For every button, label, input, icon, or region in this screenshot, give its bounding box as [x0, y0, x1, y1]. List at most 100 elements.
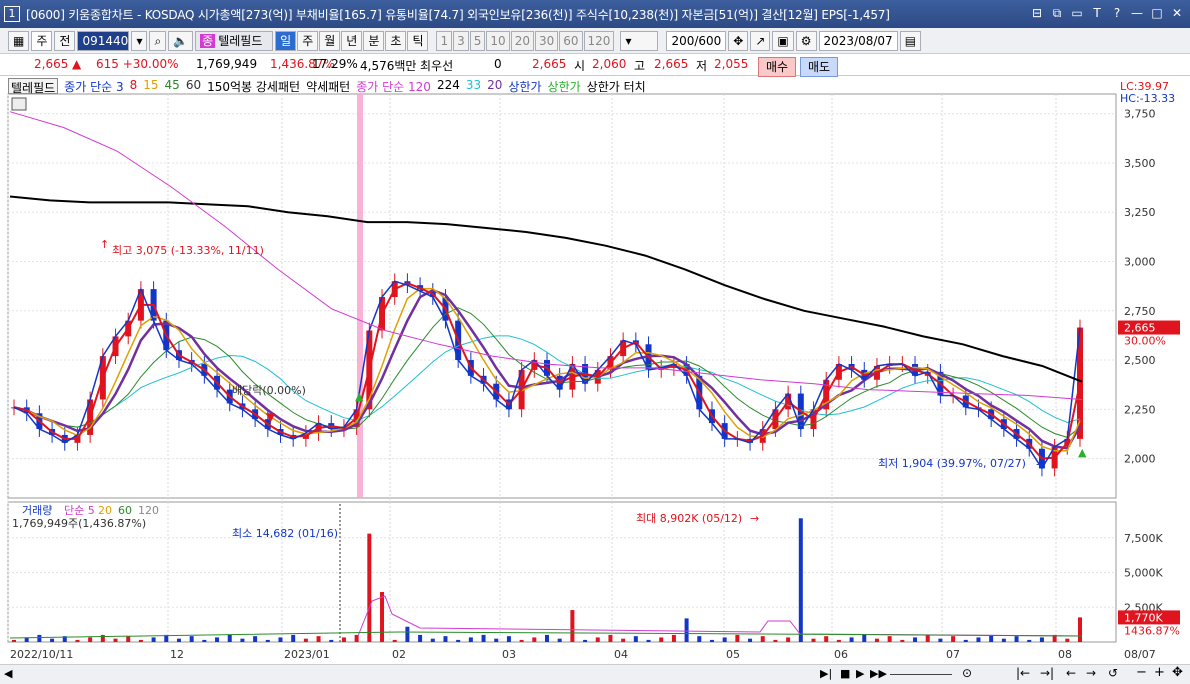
multiplier-tab[interactable]: 1	[436, 30, 453, 51]
move-right-icon[interactable]: →	[1086, 666, 1096, 680]
volume-bar	[824, 636, 829, 642]
price-axis-label: 2,000	[1124, 453, 1156, 466]
volume-bar	[836, 639, 841, 642]
volume-bar	[709, 639, 714, 642]
calendar-icon[interactable]: ▤	[899, 30, 922, 51]
volume-legend-item[interactable]: 거래량	[22, 504, 52, 517]
volume-bar	[341, 637, 346, 642]
search-icon[interactable]: ⌕	[149, 30, 167, 51]
period-tab[interactable]: 초	[385, 30, 407, 51]
drawing-icon[interactable]: ↗	[750, 30, 771, 51]
period-tab[interactable]: 월	[319, 30, 341, 51]
highlight-band	[357, 94, 363, 498]
volume-bar	[633, 636, 638, 642]
limit-up-marker-icon: ▲	[1078, 446, 1087, 459]
volume-bar	[798, 518, 803, 642]
date-input[interactable]: 2023/08/07	[818, 30, 898, 51]
save-icon[interactable]: ▣	[772, 30, 794, 51]
multiplier-tab[interactable]: 120	[583, 30, 615, 51]
stop-icon[interactable]: ■	[840, 667, 850, 680]
period-tabs: 일주월년분초틱	[275, 30, 429, 51]
dropdown-icon[interactable]: ▾	[131, 30, 148, 51]
open-label: 시	[574, 59, 586, 73]
fit-icon[interactable]: ✥	[1172, 665, 1183, 680]
buy-button[interactable]: 매수	[758, 57, 796, 77]
prev-page-icon[interactable]: ▶|	[820, 667, 832, 680]
volume-bar	[430, 638, 435, 642]
multiplier-tab[interactable]: 60	[559, 30, 583, 51]
period-tab[interactable]: 주	[297, 30, 319, 51]
prev-button[interactable]: 전	[54, 30, 76, 51]
volume-max-marker-icon: →	[750, 512, 759, 525]
custom-period-input[interactable]: ▾	[620, 30, 659, 51]
volume-legend-item[interactable]: 단순 5	[64, 504, 95, 517]
minimize-icon[interactable]: —	[1130, 5, 1144, 21]
multiplier-tab[interactable]: 10	[486, 30, 510, 51]
volume-bar	[329, 639, 334, 642]
volume-legend-item[interactable]: 120	[138, 504, 159, 517]
help-icon[interactable]: ?	[1110, 5, 1124, 21]
date-axis-label: 08/07	[1124, 648, 1156, 661]
stock-type-select[interactable]: 주	[31, 30, 53, 51]
split-icon[interactable]: ⊟	[1030, 5, 1044, 21]
price-axis-label: 2,500	[1124, 354, 1156, 367]
volume-bar	[684, 618, 689, 642]
search-zoom-icon[interactable]: ⊙	[962, 666, 972, 680]
text-icon[interactable]: T	[1090, 5, 1104, 21]
chart-toolbar: ▦ 주 전 091440 ▾ ⌕ 🔈 종 텔레필드 일주월년분초틱 1 3 5 10 20…	[0, 28, 1190, 54]
period-tab[interactable]: 년	[341, 30, 363, 51]
ruler-icon[interactable]	[11, 97, 27, 111]
multiplier-tab[interactable]: 20	[510, 30, 534, 51]
volume-bar	[303, 638, 308, 642]
crosshair-icon[interactable]: ✥	[728, 30, 749, 51]
volume-legend-item[interactable]: 20	[98, 504, 112, 517]
volume-legend-item[interactable]: 60	[118, 504, 132, 517]
volume-bar	[608, 634, 613, 642]
zoom-slider[interactable]	[890, 674, 952, 675]
price-axis-label: 3,000	[1124, 256, 1156, 269]
best-value: 0	[494, 57, 502, 71]
volume-bar	[811, 638, 816, 642]
volume-bar	[989, 634, 994, 642]
dividend-annotation: 배당락(0.00%)	[232, 384, 306, 397]
price-tag-value: 2,665	[1124, 322, 1156, 335]
fast-forward-icon[interactable]: ▶▶	[870, 667, 887, 680]
indicator-select[interactable]: 종 텔레필드	[195, 30, 274, 51]
restore-layout-icon[interactable]: ⧉	[1050, 5, 1064, 21]
period-tab[interactable]: 분	[363, 30, 385, 51]
first-icon[interactable]: |←	[1016, 666, 1030, 680]
zoom-out-icon[interactable]: −	[1136, 665, 1147, 680]
volume-bar	[253, 636, 258, 642]
stock-code-input[interactable]: 091440	[77, 30, 130, 51]
indicator-tag: 종	[200, 33, 216, 48]
sound-icon[interactable]: 🔈	[168, 30, 194, 51]
zoom-in-icon[interactable]: +	[1154, 665, 1165, 680]
reset-icon[interactable]: ↺	[1108, 666, 1118, 680]
period-tab[interactable]: 틱	[407, 30, 429, 51]
close-icon[interactable]: ✕	[1170, 5, 1184, 21]
scroll-left-icon[interactable]: ◀	[4, 667, 12, 680]
trade-amount: 4,576백만	[360, 59, 417, 73]
layout-icon[interactable]: ▭	[1070, 5, 1084, 21]
play-icon[interactable]: ▶	[856, 667, 864, 680]
volume-bar	[1001, 638, 1006, 642]
settings-icon[interactable]: ⚙	[795, 30, 817, 51]
maximize-icon[interactable]: □	[1150, 5, 1164, 21]
volume-bar	[913, 637, 918, 642]
volume-bar	[189, 636, 194, 642]
multiplier-tab[interactable]: 30	[534, 30, 559, 51]
sell-button[interactable]: 매도	[800, 57, 838, 77]
multiplier-tab[interactable]: 3	[453, 30, 469, 51]
volume-bar	[75, 639, 80, 642]
dividend-marker-icon: ▼	[266, 410, 276, 424]
count-input[interactable]: 200/600	[666, 30, 727, 51]
scroll-right-icon[interactable]: ←	[1066, 666, 1076, 680]
multiplier-tab[interactable]: 5	[469, 30, 486, 51]
price-chart[interactable]: 3,750 3,500 3,250 3,000 2,750 2,500 2,250 2,000…	[0, 76, 1190, 664]
low-annotation: 최저 1,904 (39.97%, 07/27)	[878, 457, 1026, 470]
last-icon[interactable]: →|	[1040, 666, 1054, 680]
volume-bar	[37, 634, 42, 642]
grid-icon[interactable]: ▦	[8, 30, 30, 51]
period-tab[interactable]: 일	[275, 30, 297, 51]
volume-bar	[215, 637, 220, 642]
